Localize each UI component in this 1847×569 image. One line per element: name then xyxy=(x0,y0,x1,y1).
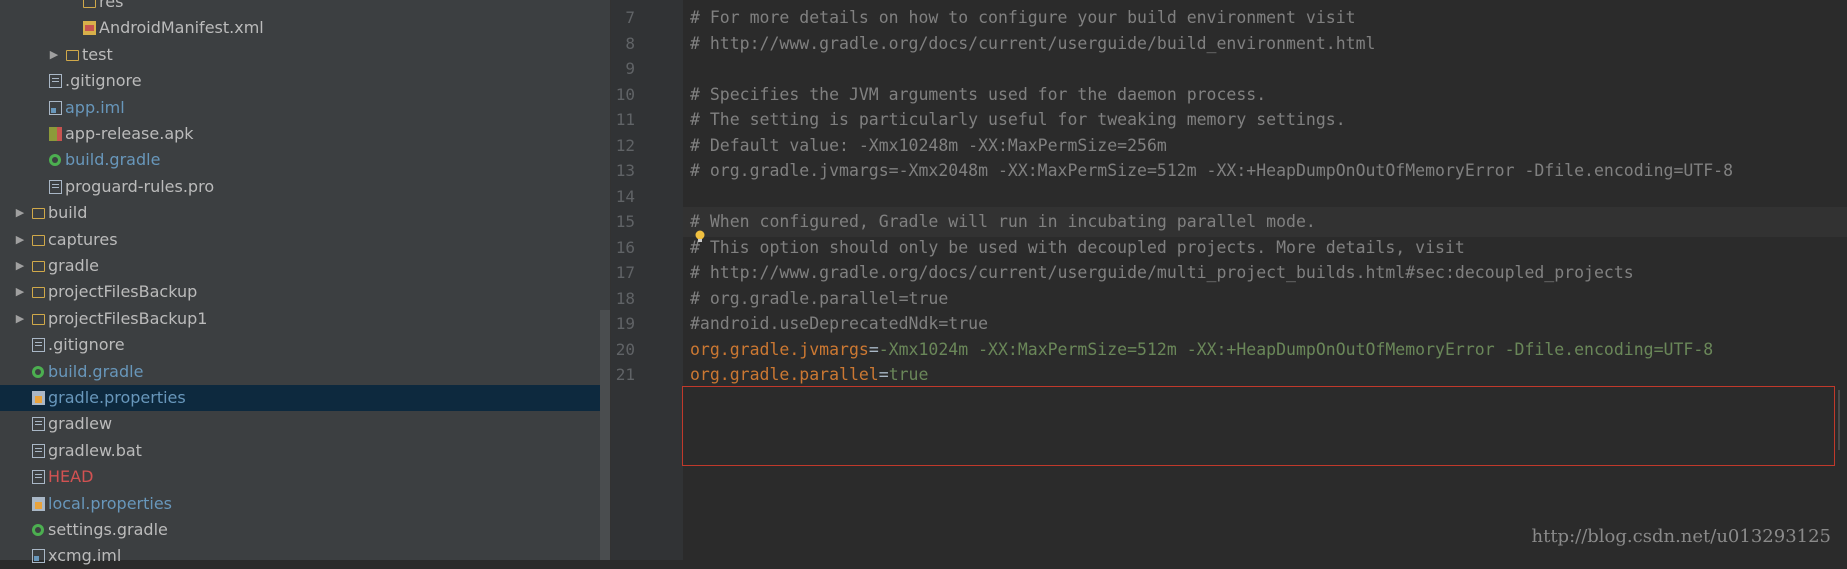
apk-icon xyxy=(49,127,62,141)
file-icon xyxy=(49,179,62,194)
tree-item-label: build xyxy=(48,203,88,223)
highlight-annotation-box xyxy=(682,386,1835,466)
file-icon xyxy=(32,338,45,353)
tree-item-label: settings.gradle xyxy=(48,520,168,539)
tree-item[interactable]: gradlew.bat xyxy=(0,438,600,464)
tree-item-label: .gitignore xyxy=(48,335,125,355)
property-separator: = xyxy=(878,365,889,384)
tree-item-label: projectFilesBackup xyxy=(48,282,198,302)
code-line[interactable]: # org.gradle.jvmargs=-Xmx2048m -XX:MaxPe… xyxy=(690,156,1733,186)
iml-file-icon xyxy=(32,549,45,564)
tree-item-label: .gitignore xyxy=(65,71,142,91)
folder-icon xyxy=(32,208,45,220)
gradle-icon xyxy=(49,154,61,167)
tree-item-label: gradle.properties xyxy=(48,388,186,407)
tree-item-label: HEAD xyxy=(48,467,94,487)
tree-item-label: res xyxy=(99,0,124,11)
tree-item[interactable]: ▶ test xyxy=(0,42,600,68)
tree-item[interactable]: .gitignore xyxy=(0,332,600,358)
tree-item[interactable]: AndroidManifest.xml xyxy=(0,15,600,41)
folder-icon xyxy=(32,313,45,325)
tree-item-label: gradlew.bat xyxy=(48,440,142,460)
tree-item-label: app.iml xyxy=(65,97,125,117)
tree-item-label: gradle xyxy=(48,256,99,275)
tree-item[interactable]: .gitignore xyxy=(0,68,600,94)
tree-item[interactable]: settings.gradle xyxy=(0,517,600,543)
folder-icon xyxy=(32,287,45,299)
expand-arrow-icon[interactable]: ▶ xyxy=(14,306,26,332)
property-key: org.gradle.jvmargs xyxy=(690,339,869,359)
tree-item-label: proguard-rules.pro xyxy=(65,176,215,196)
tree-item[interactable]: ▶ gradle xyxy=(0,253,600,279)
tree-item[interactable]: ▶ captures xyxy=(0,227,600,253)
tree-item[interactable]: local.properties xyxy=(0,491,600,517)
tree-item[interactable]: app-release.apk xyxy=(0,121,600,147)
tree-item-label: xcmg.iml xyxy=(48,546,122,566)
error-stripe-marker xyxy=(1838,390,1840,450)
tree-item[interactable]: ▶ projectFilesBackup1 xyxy=(0,306,600,332)
xml-file-icon xyxy=(83,21,96,36)
property-key: org.gradle.parallel xyxy=(690,365,879,384)
property-value: true xyxy=(888,365,929,384)
properties-file-icon xyxy=(32,496,45,511)
tree-item[interactable]: HEAD xyxy=(0,464,600,490)
property-separator: = xyxy=(868,339,879,359)
file-icon xyxy=(49,74,62,89)
tree-item-label: gradlew xyxy=(48,414,113,434)
iml-file-icon xyxy=(49,100,62,115)
properties-file-icon xyxy=(32,391,45,405)
tree-item[interactable]: ▶ build xyxy=(0,200,600,226)
tree-item-label: test xyxy=(82,44,113,64)
file-icon xyxy=(32,470,45,485)
expand-arrow-icon[interactable]: ▶ xyxy=(14,227,26,253)
tree-item[interactable]: xcmg.iml xyxy=(0,543,600,569)
folder-icon xyxy=(32,234,45,246)
tree-item[interactable]: ▶ projectFilesBackup xyxy=(0,279,600,305)
file-icon xyxy=(32,443,45,458)
project-panel-scrollbar[interactable] xyxy=(600,310,610,560)
folder-icon xyxy=(32,261,45,272)
expand-arrow-icon[interactable]: ▶ xyxy=(48,42,60,68)
line-number: 21 xyxy=(615,365,635,384)
tree-item[interactable]: gradle.properties xyxy=(0,385,600,411)
watermark-text: http://blog.csdn.net/u013293125 xyxy=(1531,526,1832,547)
expand-arrow-icon[interactable]: ▶ xyxy=(14,200,26,226)
tree-item[interactable]: build.gradle xyxy=(0,359,600,385)
tree-item-label: build.gradle xyxy=(48,361,144,381)
tree-item[interactable]: app.iml xyxy=(0,95,600,121)
property-value: -Xmx1024m -XX:MaxPermSize=512m -XX:+Heap… xyxy=(878,339,1714,359)
folder-icon xyxy=(66,49,79,61)
tree-item[interactable]: proguard-rules.pro xyxy=(0,174,600,200)
tree-item-label: projectFilesBackup1 xyxy=(48,308,208,328)
gradle-icon xyxy=(32,524,44,536)
folder-icon xyxy=(83,0,96,8)
code-line[interactable]: # http://www.gradle.org/docs/current/use… xyxy=(690,29,1375,59)
tree-item-label: build.gradle xyxy=(65,150,161,170)
lightbulb-icon[interactable] xyxy=(694,229,706,245)
tree-item[interactable]: res xyxy=(0,0,600,15)
tree-item[interactable]: build.gradle xyxy=(0,147,600,173)
tree-item-label: local.properties xyxy=(48,493,173,513)
tree-item-label: app-release.apk xyxy=(65,124,194,143)
expand-arrow-icon[interactable]: ▶ xyxy=(14,279,26,305)
tree-item-label: AndroidManifest.xml xyxy=(99,18,264,38)
expand-arrow-icon[interactable]: ▶ xyxy=(14,253,26,279)
tree-item[interactable]: gradlew xyxy=(0,411,600,437)
gradle-icon xyxy=(32,365,44,378)
file-icon xyxy=(32,417,45,432)
tree-item-label: captures xyxy=(48,229,118,249)
